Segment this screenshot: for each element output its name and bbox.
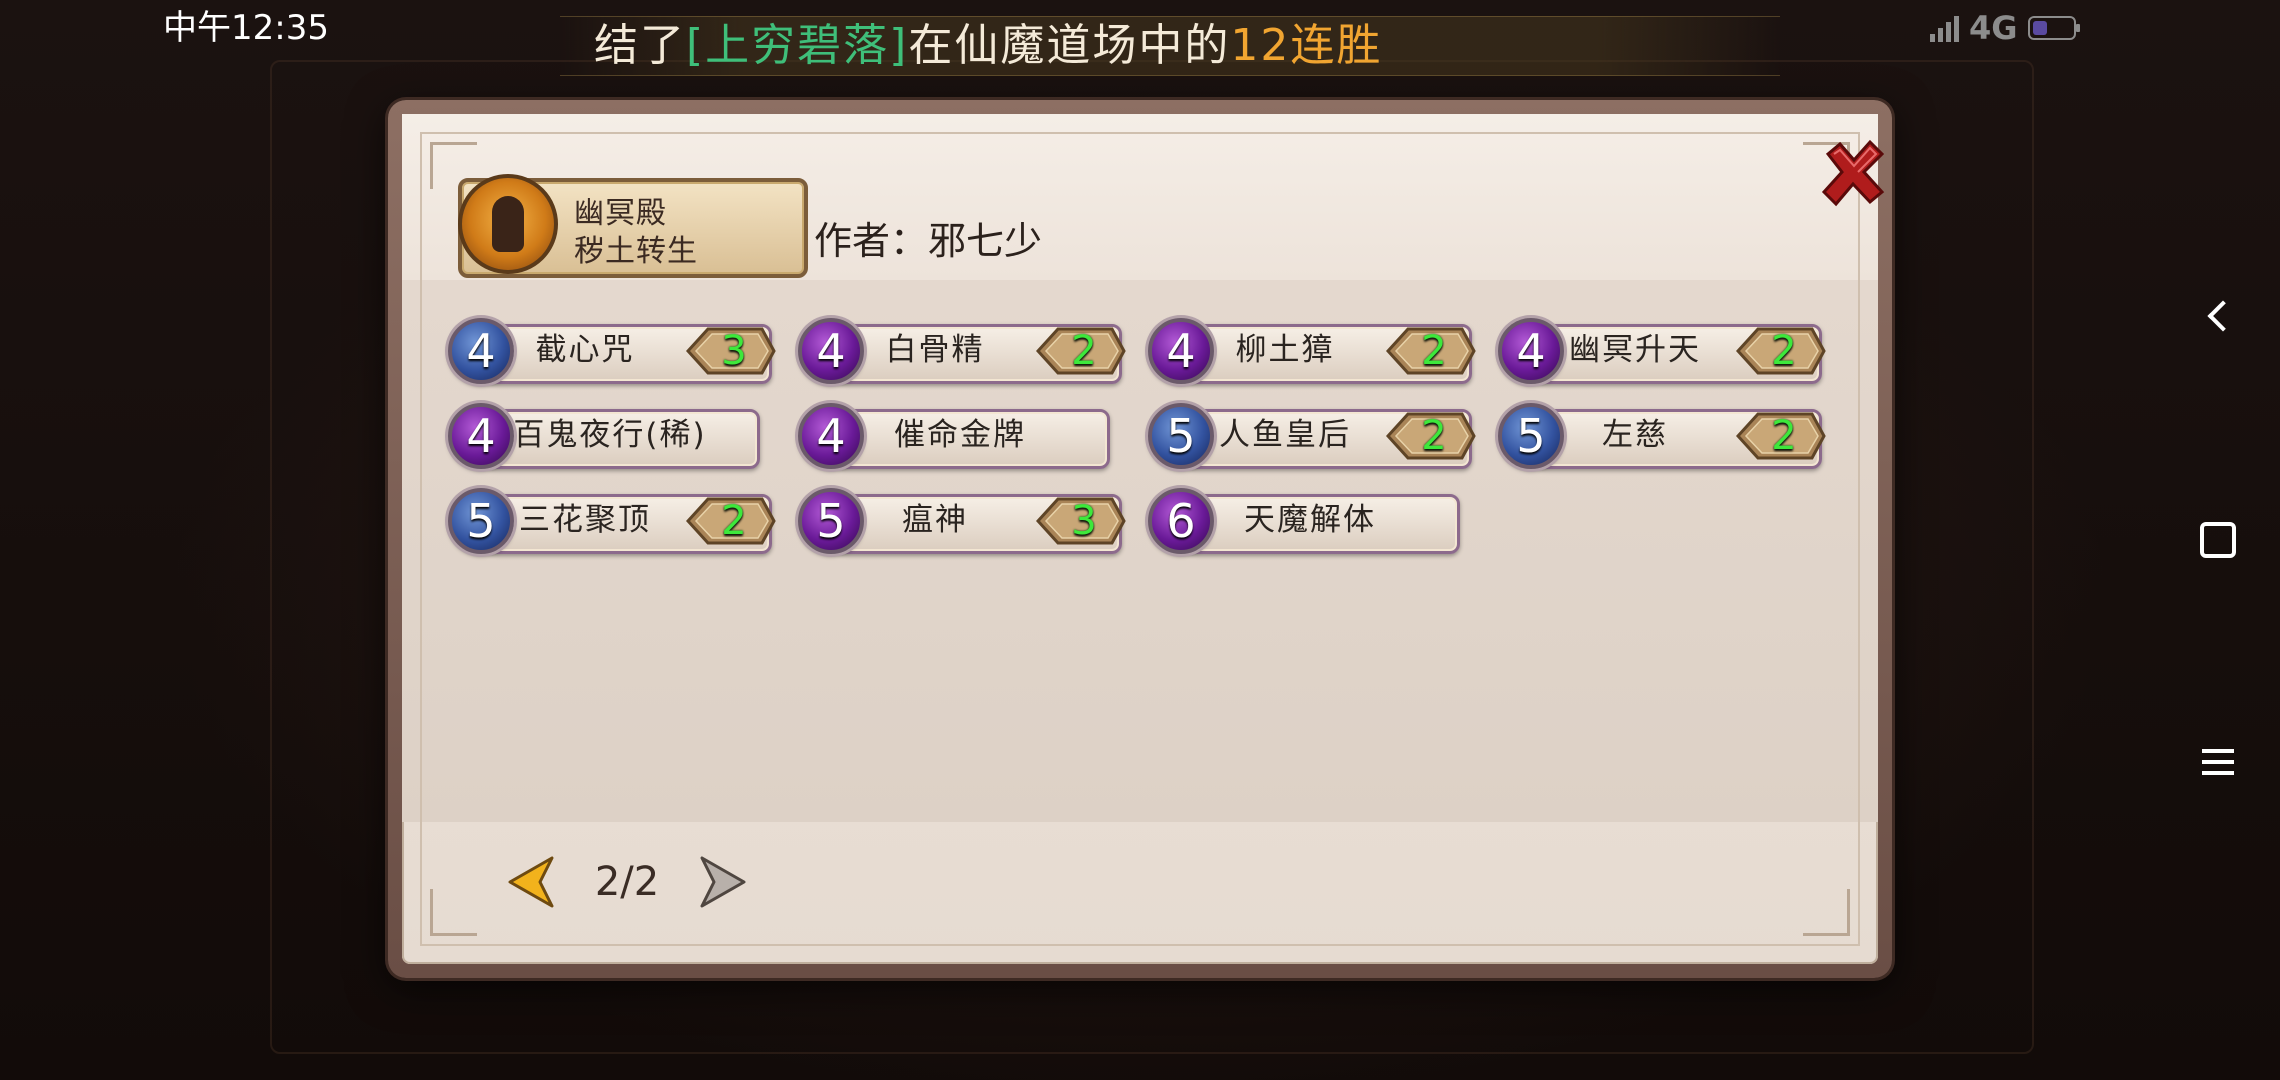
- card-count: 2: [1421, 413, 1447, 459]
- card-count: 2: [1071, 328, 1097, 374]
- card-name: 截心咒: [535, 332, 635, 368]
- dialog-panel: 幽冥殿 秽土转生 作者：邪七少 截心咒 4 3 白骨精 4 2 柳土獐 4 2 幽冥升天 4 2 百鬼夜…: [402, 114, 1885, 964]
- card-cost-orb: 4: [448, 403, 514, 469]
- card-item[interactable]: 百鬼夜行(稀) 4: [448, 403, 776, 469]
- corner-ornament: [1803, 889, 1850, 936]
- battery-icon: [2027, 16, 2080, 40]
- signal-icon: [1930, 14, 1959, 42]
- card-count-tag: 2: [1386, 411, 1476, 461]
- next-page-button[interactable]: [698, 854, 748, 910]
- card-name: 百鬼夜行(稀): [513, 417, 707, 453]
- deck-author: 作者：邪七少: [814, 219, 1043, 263]
- card-count-tag: 2: [1736, 411, 1826, 461]
- card-cost-orb: 4: [798, 403, 864, 469]
- arrow-right-icon: [700, 856, 746, 908]
- card-count: 2: [721, 498, 747, 544]
- card-item[interactable]: 左慈 5 2: [1498, 403, 1826, 469]
- card-cost-orb: 4: [448, 318, 514, 384]
- card-item[interactable]: 三花聚顶 5 2: [448, 488, 776, 554]
- card-count: 3: [1071, 498, 1097, 544]
- card-name: 三花聚顶: [519, 502, 651, 538]
- card-count-tag: 2: [1036, 326, 1126, 376]
- card-cost-orb: 5: [448, 488, 514, 554]
- card-count-tag: 3: [1036, 496, 1126, 546]
- card-name: 催命金牌: [894, 417, 1026, 453]
- card-name: 瘟神: [902, 502, 968, 538]
- status-indicators: 4G: [1930, 8, 2080, 48]
- card-item[interactable]: 催命金牌 4: [798, 403, 1126, 469]
- status-time: 中午12:35: [163, 8, 329, 48]
- card-name: 柳土獐: [1235, 332, 1335, 368]
- card-cost-orb: 4: [798, 318, 864, 384]
- arrow-left-icon: [508, 856, 554, 908]
- card-item[interactable]: 白骨精 4 2: [798, 318, 1126, 384]
- deck-dialog: 幽冥殿 秽土转生 作者：邪七少 截心咒 4 3 白骨精 4 2 柳土獐 4 2 幽冥升天 4 2 百鬼夜…: [388, 100, 1892, 978]
- card-count-tag: 2: [1736, 326, 1826, 376]
- corner-ornament: [430, 889, 477, 936]
- card-name: 左慈: [1602, 417, 1668, 453]
- card-item[interactable]: 截心咒 4 3: [448, 318, 776, 384]
- ticker-player-name: [上穷碧落]: [686, 20, 909, 71]
- card-cost-orb: 6: [1148, 488, 1214, 554]
- card-item[interactable]: 天魔解体 6: [1148, 488, 1476, 554]
- nav-back-icon[interactable]: [2188, 286, 2248, 346]
- card-count: 2: [1771, 328, 1797, 374]
- ticker-middle: 在仙魔道场中的: [908, 20, 1231, 71]
- ticker-message: 结了[上穷碧落]在仙魔道场中的12连胜: [594, 14, 1382, 78]
- deck-name: 秽土转生: [574, 234, 698, 269]
- card-cost-orb: 4: [1148, 318, 1214, 384]
- card-cost-orb: 5: [798, 488, 864, 554]
- ticker-prefix: 结了: [594, 20, 686, 71]
- prev-page-button[interactable]: [506, 854, 556, 910]
- card-name: 天魔解体: [1244, 502, 1376, 538]
- card-count: 3: [721, 328, 747, 374]
- card-cost-orb: 5: [1148, 403, 1214, 469]
- card-count: 2: [1421, 328, 1447, 374]
- nav-home-icon[interactable]: [2188, 510, 2248, 570]
- card-name: 幽冥升天: [1569, 332, 1701, 368]
- card-count-tag: 3: [686, 326, 776, 376]
- faction-avatar-icon: [458, 174, 558, 274]
- card-count-tag: 2: [1386, 326, 1476, 376]
- card-cost-orb: 5: [1498, 403, 1564, 469]
- close-button[interactable]: [1818, 138, 1888, 208]
- card-item[interactable]: 柳土獐 4 2: [1148, 318, 1476, 384]
- faction-badge: 幽冥殿 秽土转生: [458, 174, 808, 278]
- card-item[interactable]: 幽冥升天 4 2: [1498, 318, 1826, 384]
- network-label: 4G: [1969, 9, 2018, 47]
- card-count-tag: 2: [686, 496, 776, 546]
- card-item[interactable]: 瘟神 5 3: [798, 488, 1126, 554]
- nav-menu-icon[interactable]: [2188, 732, 2248, 792]
- card-count: 2: [1771, 413, 1797, 459]
- page-indicator: 2/2: [594, 859, 660, 905]
- card-name: 人鱼皇后: [1219, 417, 1351, 453]
- card-item[interactable]: 人鱼皇后 5 2: [1148, 403, 1476, 469]
- card-name: 白骨精: [885, 332, 985, 368]
- ticker-streak: 12连胜: [1230, 20, 1383, 71]
- close-icon: [1821, 139, 1885, 207]
- card-cost-orb: 4: [1498, 318, 1564, 384]
